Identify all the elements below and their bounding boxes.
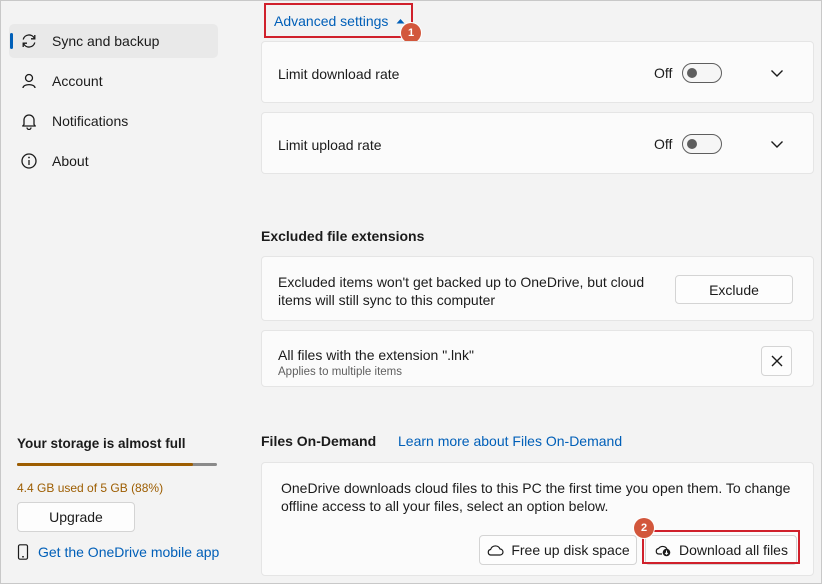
limit-upload-state: Off bbox=[654, 136, 673, 152]
annotation-marker-2: 2 bbox=[634, 518, 654, 538]
close-icon bbox=[771, 355, 782, 367]
phone-icon bbox=[17, 544, 29, 560]
files-on-demand-card: OneDrive downloads cloud files to this P… bbox=[261, 462, 814, 576]
learn-more-link[interactable]: Learn more about Files On-Demand bbox=[398, 433, 622, 449]
limit-download-card: Limit download rate Off bbox=[261, 41, 814, 103]
remove-extension-button[interactable] bbox=[761, 346, 792, 376]
limit-download-toggle[interactable] bbox=[682, 63, 722, 83]
cloud-icon bbox=[488, 545, 504, 556]
limit-download-label: Limit download rate bbox=[278, 66, 400, 82]
sidebar-item-label: Sync and backup bbox=[52, 33, 160, 49]
active-indicator bbox=[10, 33, 13, 49]
annotation-marker-1: 1 bbox=[401, 23, 421, 43]
limit-upload-toggle[interactable] bbox=[682, 134, 722, 154]
chevron-down-icon[interactable] bbox=[770, 69, 784, 78]
free-up-space-button[interactable]: Free up disk space bbox=[479, 535, 637, 565]
bell-icon bbox=[22, 114, 36, 130]
excluded-item-title: All files with the extension ".lnk" bbox=[278, 347, 474, 363]
sidebar-item-label: Account bbox=[52, 73, 103, 89]
mobile-app-link[interactable]: Get the OneDrive mobile app bbox=[17, 544, 219, 560]
sidebar-item-notifications[interactable]: Notifications bbox=[9, 104, 218, 138]
cloud-download-icon bbox=[655, 545, 671, 557]
storage-usage-text: 4.4 GB used of 5 GB (88%) bbox=[17, 481, 164, 495]
files-on-demand-title: Files On-Demand bbox=[261, 433, 377, 449]
sidebar: Sync and backup Account Notifications Ab… bbox=[0, 0, 236, 584]
caret-up-icon bbox=[396, 18, 405, 23]
person-icon bbox=[22, 73, 36, 89]
files-on-demand-description: OneDrive downloads cloud files to this P… bbox=[281, 480, 791, 514]
storage-progress-fill bbox=[17, 463, 193, 466]
storage-progress-bar bbox=[17, 463, 217, 466]
excluded-extensions-title: Excluded file extensions bbox=[261, 228, 425, 244]
advanced-settings-toggle[interactable]: Advanced settings bbox=[264, 3, 413, 38]
limit-upload-label: Limit upload rate bbox=[278, 137, 382, 153]
advanced-settings-label: Advanced settings bbox=[274, 12, 389, 29]
chevron-down-icon[interactable] bbox=[770, 140, 784, 149]
sidebar-item-account[interactable]: Account bbox=[9, 64, 218, 98]
exclude-button[interactable]: Exclude bbox=[675, 275, 793, 304]
download-all-files-label: Download all files bbox=[679, 542, 788, 558]
storage-title: Your storage is almost full bbox=[17, 436, 186, 451]
excluded-description: Excluded items won't get backed up to On… bbox=[278, 274, 645, 308]
free-up-space-label: Free up disk space bbox=[511, 542, 630, 558]
info-icon bbox=[21, 153, 37, 169]
limit-upload-card: Limit upload rate Off bbox=[261, 112, 814, 174]
download-all-files-button[interactable]: Download all files bbox=[645, 535, 797, 565]
excluded-item-subtitle: Applies to multiple items bbox=[278, 366, 402, 378]
sync-icon bbox=[22, 34, 36, 48]
sidebar-item-label: About bbox=[52, 153, 89, 169]
upgrade-button[interactable]: Upgrade bbox=[17, 502, 135, 532]
sidebar-item-label: Notifications bbox=[52, 113, 129, 129]
toggle-knob bbox=[687, 139, 697, 149]
excluded-description-card: Excluded items won't get backed up to On… bbox=[261, 256, 814, 321]
sidebar-item-about[interactable]: About bbox=[9, 144, 218, 178]
mobile-app-link-text: Get the OneDrive mobile app bbox=[38, 544, 220, 560]
sidebar-item-sync-and-backup[interactable]: Sync and backup bbox=[9, 24, 218, 58]
limit-download-state: Off bbox=[654, 65, 673, 81]
excluded-item-card: All files with the extension ".lnk" Appl… bbox=[261, 330, 814, 387]
toggle-knob bbox=[687, 68, 697, 78]
